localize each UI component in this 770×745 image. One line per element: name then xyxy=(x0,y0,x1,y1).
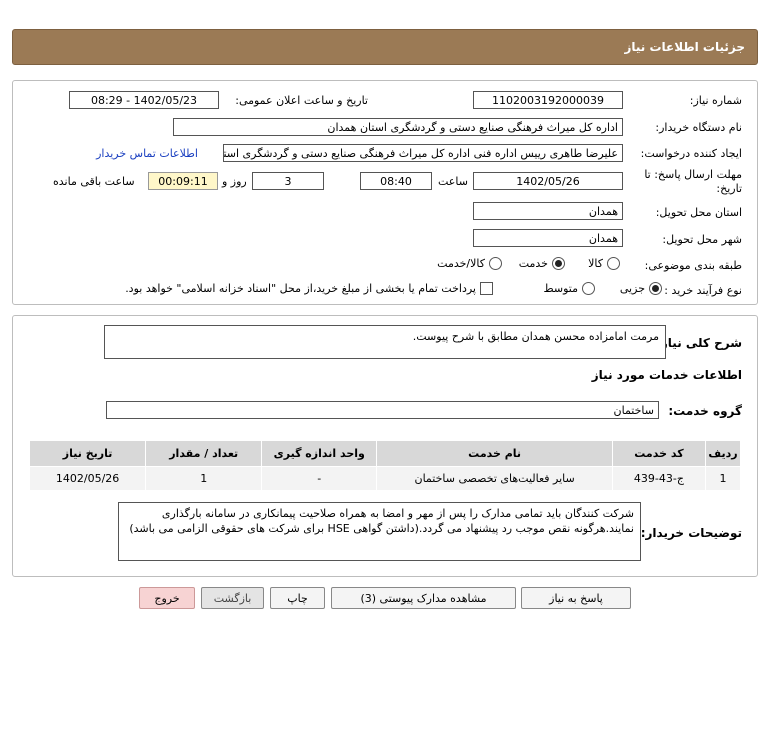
print-button[interactable]: چاپ xyxy=(270,587,325,609)
process-option-minor[interactable]: جزیی xyxy=(620,282,662,295)
radio-service[interactable] xyxy=(552,257,565,270)
category-option-goods[interactable]: کالا xyxy=(588,257,620,270)
exit-button[interactable]: خروج xyxy=(139,587,195,609)
category-option-goods-service[interactable]: کالا/خدمت xyxy=(437,257,502,270)
cell-row: 1 xyxy=(704,466,742,491)
process-label: نوع فرآیند خرید : xyxy=(664,284,742,297)
summary-label: شرح کلی نیاز: xyxy=(656,336,742,350)
radio-goods-service[interactable] xyxy=(489,257,502,270)
col-row: ردیف xyxy=(704,440,742,467)
treasury-checkbox[interactable] xyxy=(480,282,493,295)
services-table: ردیف کد خدمت نام خدمت واحد اندازه گیری ت… xyxy=(28,440,742,491)
radio-medium[interactable] xyxy=(582,282,595,295)
buyer-org-field: اداره کل میراث فرهنگی صنایع دستی و گردشگ… xyxy=(173,118,623,136)
process-option-medium[interactable]: متوسط xyxy=(543,282,595,295)
col-unit: واحد اندازه گیری xyxy=(261,440,378,467)
table-row: 1 ج-43-439 سایر فعالیت‌های تخصصی ساختمان… xyxy=(28,466,742,491)
announce-field: 1402/05/23 - 08:29 xyxy=(69,91,219,109)
days-field: 3 xyxy=(252,172,324,190)
cell-code: ج-43-439 xyxy=(612,466,706,491)
deadline-label-2: تاریخ: xyxy=(716,182,742,195)
creator-label: ایجاد کننده درخواست: xyxy=(640,147,742,160)
page-title: جزئیات اطلاعات نیاز xyxy=(624,40,745,54)
col-date: تاریخ نیاز xyxy=(28,440,147,467)
cell-unit: - xyxy=(261,466,378,491)
deadline-time-field: 08:40 xyxy=(360,172,432,190)
time-label: ساعت xyxy=(438,175,468,188)
col-code: کد خدمت xyxy=(612,440,706,467)
creator-field: علیرضا طاهری رییس اداره فنی اداره کل میر… xyxy=(223,144,623,162)
remaining-label: ساعت باقی مانده xyxy=(53,175,135,188)
cell-date: 1402/05/26 xyxy=(28,466,147,491)
service-group-field: ساختمان xyxy=(106,401,659,419)
contact-buyer-link[interactable]: اطلاعات تماس خریدار xyxy=(96,147,198,160)
need-number-label: شماره نیاز: xyxy=(689,94,742,107)
deadline-label: مهلت ارسال پاسخ: تا xyxy=(644,168,742,181)
cell-name: سایر فعالیت‌های تخصصی ساختمان xyxy=(376,466,613,491)
page-header: جزئیات اطلاعات نیاز xyxy=(12,29,758,65)
city-field: همدان xyxy=(473,229,623,247)
announce-label: تاریخ و ساعت اعلان عمومی: xyxy=(235,94,368,107)
buyer-notes-label: توضیحات خریدار: xyxy=(640,526,742,540)
buyer-notes-text: شرکت کنندگان باید تمامی مدارک را پس از م… xyxy=(118,502,641,561)
radio-minor[interactable] xyxy=(649,282,662,295)
back-button[interactable]: بازگشت xyxy=(201,587,264,609)
deadline-date-field: 1402/05/26 xyxy=(473,172,623,190)
remaining-time-field: 00:09:11 xyxy=(148,172,218,190)
reply-button[interactable]: پاسخ به نیاز xyxy=(521,587,631,609)
province-label: استان محل تحویل: xyxy=(655,206,742,219)
service-group-label: گروه خدمت: xyxy=(668,404,742,418)
col-qty: تعداد / مقدار xyxy=(145,440,263,467)
days-label: روز و xyxy=(222,175,247,188)
treasury-note: پرداخت تمام یا بخشی از مبلغ خرید،از محل … xyxy=(125,282,476,295)
category-label: طبقه بندی موضوعی: xyxy=(644,259,742,272)
services-title: اطلاعات خدمات مورد نیاز xyxy=(591,368,742,382)
city-label: شهر محل تحویل: xyxy=(662,233,742,246)
category-option-service[interactable]: خدمت xyxy=(519,257,565,270)
table-header-row: ردیف کد خدمت نام خدمت واحد اندازه گیری ت… xyxy=(28,440,742,467)
treasury-option[interactable]: پرداخت تمام یا بخشی از مبلغ خرید،از محل … xyxy=(125,282,493,295)
cell-qty: 1 xyxy=(145,466,263,491)
summary-text: مرمت امامزاده محسن همدان مطابق با شرح پی… xyxy=(104,325,666,359)
need-number-field: 1102003192000039 xyxy=(473,91,623,109)
buyer-org-label: نام دستگاه خریدار: xyxy=(655,121,742,134)
view-attachments-button[interactable]: مشاهده مدارک پیوستی (3) xyxy=(331,587,516,609)
province-field: همدان xyxy=(473,202,623,220)
radio-goods[interactable] xyxy=(607,257,620,270)
col-name: نام خدمت xyxy=(376,440,613,467)
